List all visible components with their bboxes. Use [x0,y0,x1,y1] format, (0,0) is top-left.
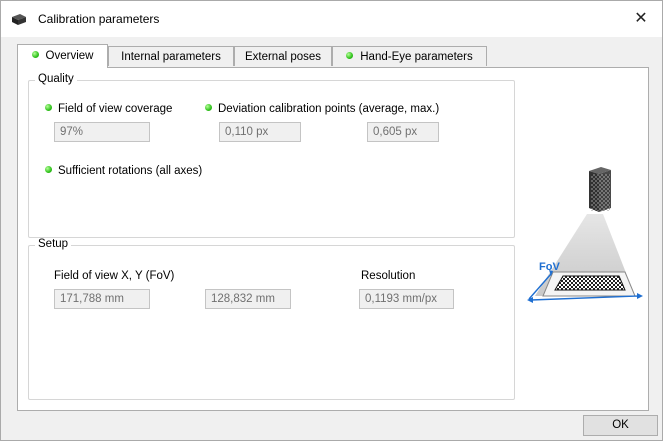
dialog-window: Calibration parameters ✕ Overview Intern… [0,0,663,441]
tab-overview[interactable]: Overview [17,44,108,68]
deviation-max-field[interactable]: 0,605 px [367,122,439,142]
tab-internal-parameters[interactable]: Internal parameters [108,46,234,66]
fov-illustration: FoV [527,167,643,303]
window-title: Calibration parameters [38,12,160,26]
resolution-label: Resolution [361,270,416,282]
fov-y-field[interactable]: 128,832 mm [205,289,291,309]
camera-icon [589,167,611,212]
deviation-average-field[interactable]: 0,110 px [219,122,301,142]
tab-label: Hand-Eye parameters [360,51,473,63]
setup-group: Setup Field of view X, Y (FoV) 171,788 m… [28,238,515,400]
status-dot-icon [45,166,52,173]
quality-group: Quality Field of view coverage 97% Devia… [28,73,515,238]
camera-icon [11,13,27,29]
status-dot-icon [346,52,354,59]
overview-panel: Quality Field of view coverage 97% Devia… [17,67,649,411]
fov-label: Field of view X, Y (FoV) [54,270,175,282]
tab-label: Internal parameters [121,51,221,63]
calibration-target-icon [554,275,626,291]
tab-external-poses[interactable]: External poses [234,46,332,66]
setup-group-title: Setup [35,238,72,250]
quality-group-title: Quality [35,73,77,85]
deviation-label: Deviation calibration points (average, m… [205,103,439,115]
resolution-field[interactable]: 0,1193 mm/px [359,289,454,309]
fov-illustration-label: FoV [539,261,560,273]
fov-coverage-label: Field of view coverage [45,103,172,115]
status-dot-icon [45,104,52,111]
title-bar: Calibration parameters ✕ [1,1,662,37]
status-dot-icon [31,51,39,58]
tab-hand-eye-parameters[interactable]: Hand-Eye parameters [332,46,487,66]
ok-button[interactable]: OK [583,415,658,436]
tab-label: External poses [244,51,322,63]
fov-x-field[interactable]: 171,788 mm [54,289,150,309]
tab-label: Overview [45,50,94,62]
rotations-label: Sufficient rotations (all axes) [45,165,202,177]
status-dot-icon [205,104,212,111]
fov-coverage-field[interactable]: 97% [54,122,150,142]
close-button[interactable]: ✕ [628,7,654,31]
